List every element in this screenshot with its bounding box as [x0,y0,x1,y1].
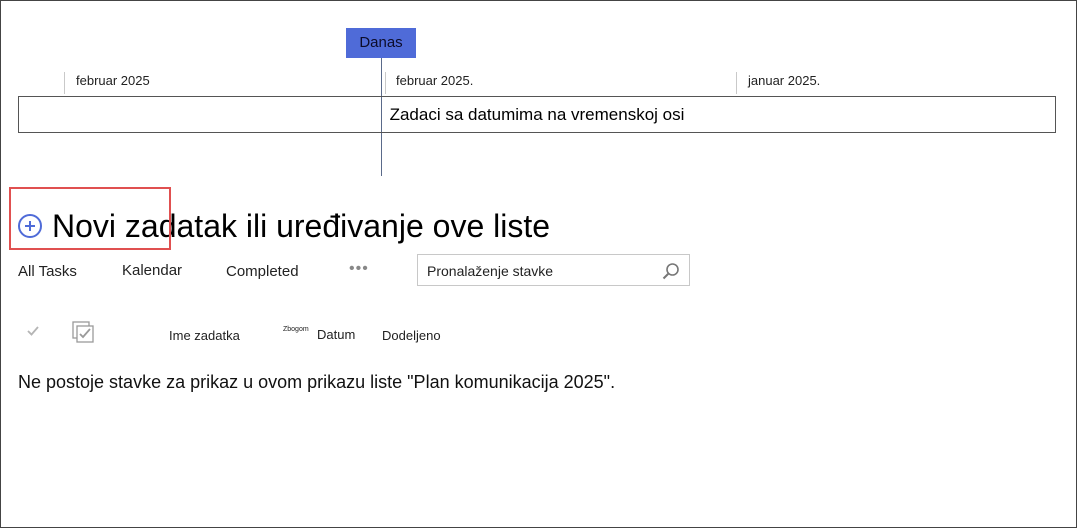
search-box[interactable] [417,254,690,286]
timeline-tick-label: februar 2025 [76,73,150,88]
timeline-tick [64,72,65,94]
view-completed[interactable]: Completed [226,263,299,280]
more-views-button[interactable]: ••• [349,260,369,278]
new-task-label[interactable]: Novi zadatak ili uređivanje ove liste [52,206,550,246]
column-header-date[interactable]: Datum [317,327,355,342]
timeline-tick-label: februar 2025. [396,73,474,88]
column-header-assigned[interactable]: Dodeljeno [382,328,441,343]
timeline-tick [736,72,737,94]
select-all-checkbox-icon[interactable] [72,321,94,343]
plus-circle-icon[interactable] [18,214,42,238]
view-calendar[interactable]: Kalendar [122,262,182,279]
new-task-link[interactable]: Novi zadatak ili uređivanje ove liste [18,206,550,246]
view-all-tasks[interactable]: All Tasks [18,263,77,280]
checkmark-icon [27,326,39,336]
timeline-bar[interactable]: Zadaci sa datumima na vremenskoj osi [18,96,1056,133]
column-header-prefix: Zbogom [283,326,309,333]
timeline-tick-label: januar 2025. [748,73,821,88]
timeline-tick [385,72,386,94]
empty-list-message: Ne postoje stavke za prikaz u ovom prika… [18,372,616,392]
today-marker: Danas [346,28,416,58]
search-input[interactable] [427,263,647,279]
column-header-task-name[interactable]: Ime zadatka [169,328,240,343]
search-icon[interactable] [662,262,680,280]
